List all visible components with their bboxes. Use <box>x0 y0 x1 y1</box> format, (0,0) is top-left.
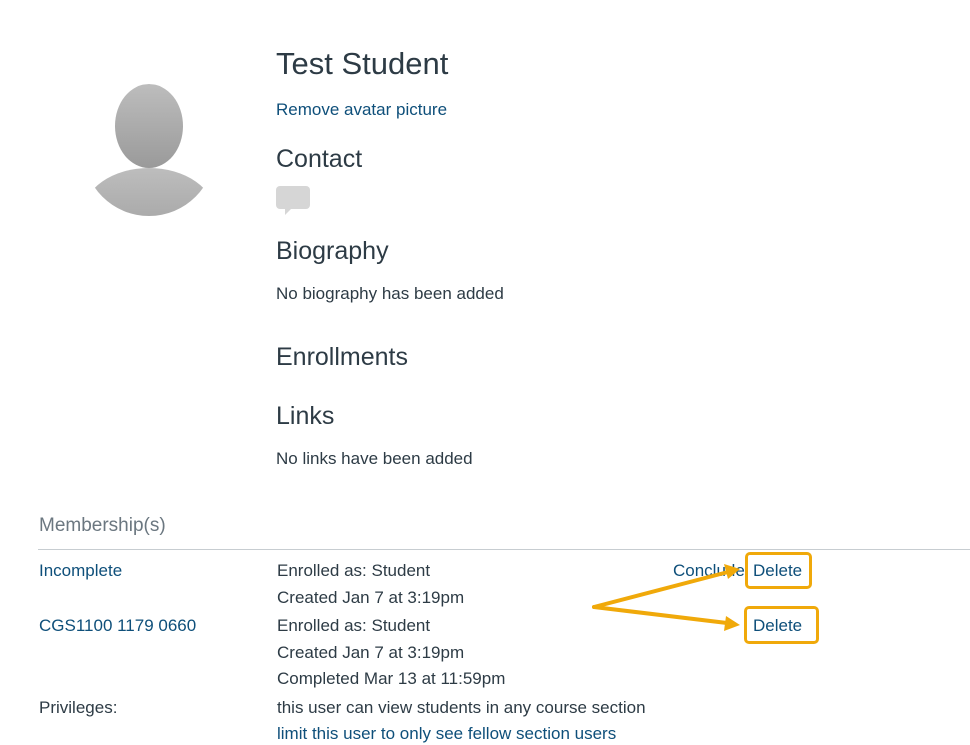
biography-text: No biography has been added <box>276 284 504 303</box>
links-text: No links have been added <box>276 449 473 468</box>
membership-section-link-cgs1100[interactable]: CGS1100 1179 0660 <box>39 615 196 637</box>
default-avatar-icon <box>83 84 215 216</box>
limit-privileges-link[interactable]: limit this user to only see fellow secti… <box>277 723 616 745</box>
arrow-head-second <box>724 616 740 631</box>
completed-text: Completed Mar 13 at 11:59pm <box>277 669 506 688</box>
created-text: Created Jan 7 at 3:19pm <box>277 588 465 607</box>
privileges-label: Privileges: <box>39 698 118 717</box>
enrollments-heading: Enrollments <box>276 343 408 371</box>
enrolled-as-text: Enrolled as: Student <box>277 616 431 635</box>
membership-heading: Membership(s) <box>39 515 166 536</box>
biography-heading: Biography <box>276 237 389 265</box>
message-bubble-icon[interactable] <box>276 186 310 216</box>
delete-link-cgs1100[interactable]: Delete <box>753 615 802 637</box>
membership-section-link-incomplete[interactable]: Incomplete <box>39 560 122 582</box>
links-heading: Links <box>276 402 335 430</box>
divider <box>38 549 970 550</box>
privileges-text: this user can view students in any cours… <box>277 698 646 717</box>
remove-avatar-link[interactable]: Remove avatar picture <box>276 99 447 121</box>
delete-link-incomplete[interactable]: Delete <box>753 560 802 582</box>
arrow-to-second-delete <box>592 605 729 625</box>
page-title: Test Student <box>276 46 449 81</box>
created-text: Created Jan 7 at 3:19pm <box>277 643 465 662</box>
contact-heading: Contact <box>276 145 363 173</box>
enrolled-as-text: Enrolled as: Student <box>277 561 431 580</box>
avatar <box>83 82 215 218</box>
conclude-link[interactable]: Conclude <box>673 560 745 582</box>
